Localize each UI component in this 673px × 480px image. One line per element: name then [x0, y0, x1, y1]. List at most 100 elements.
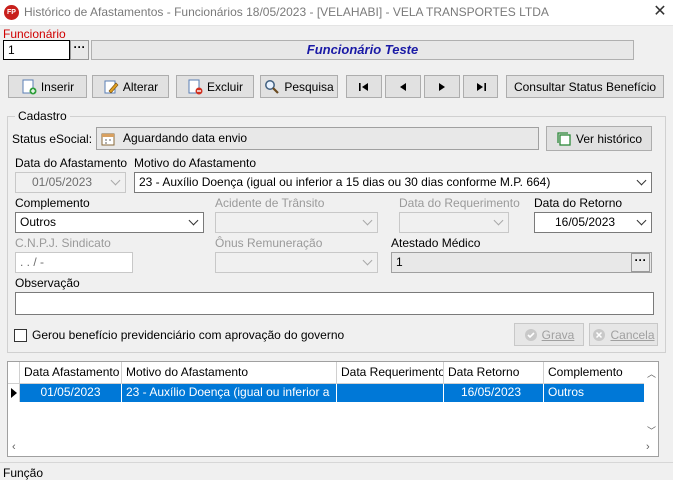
motivo-dropdown-icon[interactable] — [633, 174, 650, 191]
magnifier-icon — [265, 79, 280, 94]
complemento-label: Complemento — [15, 196, 90, 210]
cadastro-title: Cadastro — [15, 109, 70, 123]
cell-data-requerimento[interactable] — [337, 384, 444, 402]
status-esocial-field: Aguardando data envio — [96, 127, 539, 150]
scroll-right-icon[interactable]: › — [646, 441, 650, 453]
next-icon — [439, 82, 445, 91]
requerimento-date-field — [399, 212, 509, 233]
next-record-button[interactable] — [424, 75, 460, 98]
gerou-beneficio-checkbox[interactable] — [14, 329, 27, 342]
acidente-label: Acidente de Trânsito — [215, 196, 325, 210]
status-esocial-value: Aguardando data envio — [123, 131, 248, 145]
last-record-button[interactable] — [463, 75, 498, 98]
cnpj-field: . . / - — [15, 252, 133, 273]
cell-data-afastamento[interactable]: 01/05/2023 — [20, 384, 122, 402]
afastamento-date-value: 01/05/2023 — [32, 175, 93, 189]
cell-data-retorno[interactable]: 16/05/2023 — [444, 384, 544, 402]
column-header-motivo[interactable]: Motivo do Afastamento — [122, 362, 337, 384]
save-label: Grava — [541, 327, 575, 342]
column-header-complemento[interactable]: Complemento — [544, 362, 644, 384]
insert-button[interactable]: Inserir — [8, 75, 87, 98]
onus-dropdown-icon — [359, 254, 376, 271]
motivo-label: Motivo do Afastamento — [134, 156, 257, 170]
complemento-dropdown-icon[interactable] — [185, 214, 202, 231]
retorno-value: 16/05/2023 — [555, 215, 616, 229]
status-text: Função — [3, 466, 44, 480]
delete-label: Excluir — [206, 79, 243, 94]
column-header-data-requerimento[interactable]: Data Requerimento — [337, 362, 444, 384]
scroll-left-icon[interactable]: ‹ — [12, 441, 16, 453]
first-record-button[interactable] — [346, 75, 382, 98]
check-icon — [524, 328, 537, 341]
status-esocial-label: Status eSocial: — [12, 132, 93, 146]
grid-horizontal-scrollbar[interactable]: ‹ › — [8, 440, 658, 456]
atestado-label: Atestado Médico — [391, 236, 481, 250]
employee-lookup-button[interactable]: ··· — [70, 40, 89, 60]
consult-benefit-status-button[interactable]: Consultar Status Benefício — [506, 75, 664, 98]
save-button[interactable]: Grava — [514, 323, 584, 346]
history-doc-icon — [557, 131, 571, 146]
acidente-select — [215, 212, 378, 233]
atestado-lookup-button[interactable]: ··· — [631, 253, 650, 272]
app-logo-icon: FP — [4, 5, 19, 20]
edit-button[interactable]: Alterar — [92, 75, 169, 98]
delete-button[interactable]: Excluir — [176, 75, 254, 98]
window-title: Histórico de Afastamentos - Funcionários… — [24, 5, 549, 19]
search-label: Pesquisa — [284, 79, 334, 94]
view-history-button[interactable]: Ver histórico — [546, 126, 652, 151]
previous-icon — [400, 82, 406, 91]
status-bar: Função — [0, 462, 673, 480]
onus-label: Ônus Remuneração — [215, 236, 323, 250]
row-indicator — [8, 384, 20, 402]
previous-record-button[interactable] — [385, 75, 421, 98]
requerimento-dropdown-icon — [490, 214, 507, 231]
cadastro-group — [7, 116, 666, 353]
afastamento-date-field: 01/05/2023 — [15, 172, 126, 193]
requerimento-label: Data do Requerimento — [399, 196, 520, 210]
motivo-select[interactable]: 23 - Auxílio Doença (igual ou inferior a… — [134, 172, 652, 193]
calendar-icon — [101, 133, 115, 145]
retorno-label: Data do Retorno — [534, 196, 623, 210]
close-icon[interactable]: ✕ — [650, 2, 670, 22]
cnpj-label: C.N.P.J. Sindicato — [15, 236, 111, 250]
insert-icon — [22, 79, 37, 94]
afastamento-date-dropdown-icon — [107, 174, 124, 191]
grid-header: Data Afastamento Motivo do Afastamento D… — [8, 362, 644, 384]
scroll-down-icon[interactable]: ﹀ — [647, 424, 656, 437]
observacao-input[interactable] — [15, 292, 654, 315]
table-row[interactable]: 01/05/2023 23 - Auxílio Doença (igual ou… — [8, 384, 644, 402]
observacao-label: Observação — [15, 276, 80, 290]
current-row-arrow-icon — [10, 388, 17, 398]
employee-name: Funcionário Teste — [306, 42, 419, 57]
complemento-value: Outros — [20, 215, 57, 229]
motivo-value: 23 - Auxílio Doença (igual ou inferior a… — [139, 175, 551, 189]
grid-vertical-scrollbar[interactable]: ︿ ﹀ — [644, 362, 658, 440]
cell-complemento[interactable]: Outros — [544, 384, 644, 402]
employee-code-input[interactable]: 1 — [3, 40, 70, 60]
first-icon — [359, 82, 368, 91]
employee-name-panel: Funcionário Teste — [91, 40, 634, 60]
afastamento-date-label: Data do Afastamento — [15, 156, 128, 170]
consult-benefit-status-label: Consultar Status Benefício — [513, 79, 657, 94]
employee-label: Funcionário — [3, 27, 66, 41]
cell-motivo[interactable]: 23 - Auxílio Doença (igual ou inferior a — [122, 384, 337, 402]
cancel-icon — [593, 328, 606, 341]
insert-label: Inserir — [40, 79, 75, 94]
last-icon — [476, 82, 486, 91]
column-header-data-afastamento[interactable]: Data Afastamento — [20, 362, 122, 384]
search-button[interactable]: Pesquisa — [260, 75, 338, 98]
complemento-select[interactable]: Outros — [15, 212, 204, 233]
view-history-label: Ver histórico — [575, 131, 643, 146]
cnpj-value: . . / - — [20, 255, 44, 269]
retorno-dropdown-icon[interactable] — [633, 214, 650, 231]
retorno-date-field[interactable]: 16/05/2023 — [534, 212, 652, 233]
acidente-dropdown-icon — [359, 214, 376, 231]
gerou-beneficio-label: Gerou benefício previdenciário com aprov… — [32, 328, 345, 342]
edit-icon — [104, 80, 119, 93]
cancel-button[interactable]: Cancela — [589, 323, 658, 346]
onus-select — [215, 252, 378, 273]
atestado-field: 1 — [391, 252, 652, 273]
scroll-up-icon[interactable]: ︿ — [647, 367, 656, 380]
atestado-value: 1 — [396, 255, 403, 269]
column-header-data-retorno[interactable]: Data Retorno — [444, 362, 544, 384]
